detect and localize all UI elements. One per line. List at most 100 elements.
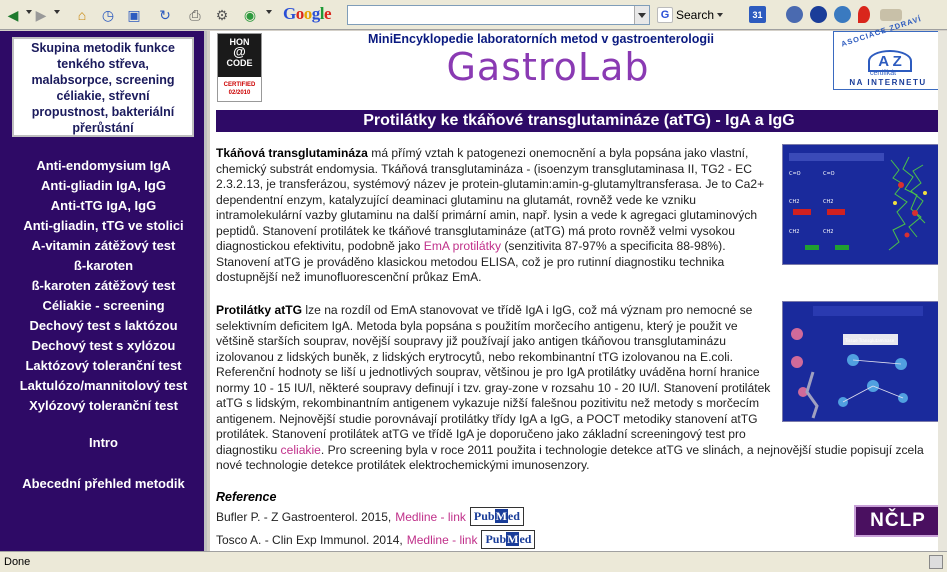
hon-date: 02/2010 <box>228 90 251 96</box>
group-title-line: přerůstání <box>72 121 134 135</box>
back-icon[interactable]: ◀ <box>4 4 22 26</box>
paragraph-tail: . Pro screening byla v roce 2011 použita… <box>216 442 924 473</box>
search-button-label: Search <box>676 8 715 22</box>
status-bar: Done <box>0 551 947 572</box>
vertical-scrollbar[interactable] <box>938 31 947 551</box>
sidebar-item-alphabetical[interactable]: Abecední přehled metodik <box>0 476 207 491</box>
forward-dropdown-icon[interactable] <box>54 10 60 14</box>
site-subtitle: MiniEncyklopedie laboratorních metod v g… <box>368 32 714 46</box>
search-history-dropdown[interactable] <box>634 6 649 24</box>
group-title-line: Skupina metodik funkce <box>31 41 175 55</box>
enzyme-diagram-svg: C=O C=O CH2 CH2 CH2 CH2 <box>783 145 941 264</box>
medline-link[interactable]: Medline - link <box>395 510 466 524</box>
globe-icon[interactable] <box>834 6 851 23</box>
svg-text:CH2: CH2 <box>789 229 799 235</box>
sidebar-item-b-karoten[interactable]: ß-karoten <box>0 256 207 276</box>
hon-at-symbol: @ <box>233 44 246 59</box>
pubmed-label: ed <box>519 532 532 546</box>
search-dropdown-icon <box>717 13 724 17</box>
celiakie-link[interactable]: celiakie <box>281 443 321 457</box>
sidebar-group-title: Skupina metodik funkce tenkého střeva, m… <box>12 37 194 137</box>
azk-bottom-text: NA INTERNETU <box>849 78 927 87</box>
print-icon[interactable]: ⎙ <box>185 4 205 26</box>
paragraph-antibodies: Protilátky atTG lze na rozdíl od EmA sta… <box>216 303 942 474</box>
gastrolab-logo[interactable]: GastroLab <box>408 45 688 89</box>
pubmed-label: Pub <box>473 509 495 523</box>
sidebar-item-gliadin-ttg-stool[interactable]: Anti-gliadin, tTG ve stolici <box>0 216 207 236</box>
chevron-down-icon <box>638 12 646 18</box>
azk-mark: A Z <box>868 50 912 72</box>
paragraph-text: má přímý vztah k patogenezi onemocnění a… <box>216 146 765 254</box>
google-search-button[interactable]: G Search <box>657 6 724 24</box>
reference-citation: Tosco A. - Clin Exp Immunol. 2014, <box>216 532 403 547</box>
references-heading: Reference <box>216 490 277 504</box>
svg-text:CH2: CH2 <box>823 229 833 235</box>
group-title-line: céliakie, střevní <box>56 89 150 103</box>
home-icon[interactable]: ⌂ <box>72 4 92 26</box>
group-title-line: malabsorpce, screening <box>31 73 175 87</box>
sidebar-item-xylose-tolerance[interactable]: Xylózový toleranční test <box>0 396 207 416</box>
resize-grip-icon[interactable] <box>929 555 943 569</box>
sidebar-item-lactulose-mannitol[interactable]: Laktulózo/mannitolový test <box>0 376 207 396</box>
ema-link[interactable]: EmA protilátky <box>424 239 501 253</box>
main-content: HON @ CODE CERTIFIED 02/2010 MiniEncyklo… <box>210 14 947 551</box>
svg-text:CH2: CH2 <box>789 199 799 205</box>
bookmark-icon[interactable]: ▣ <box>124 4 144 26</box>
web-icon[interactable]: ◉ <box>240 4 260 26</box>
sidebar-item-breath-lactose[interactable]: Dechový test s laktózou <box>0 316 207 336</box>
google-logo: Google <box>283 4 332 23</box>
pubmed-button[interactable]: PubMed <box>469 507 524 526</box>
tools-icon[interactable]: ⚙ <box>212 4 232 26</box>
map-pin-icon[interactable] <box>858 6 870 23</box>
pubmed-button[interactable]: PubMed <box>481 530 536 549</box>
reference-citation: Bufler P. - Z Gastroenterol. 2015, <box>216 509 392 524</box>
paragraph-text: lze na rozdíl od EmA stanovovat ve třídě… <box>216 303 771 457</box>
calendar-icon[interactable]: 31 <box>749 6 766 23</box>
pubmed-label: M <box>494 509 508 523</box>
page-title: Protilátky ke tkáňové transglutamináze (… <box>216 110 942 132</box>
graduation-icon[interactable] <box>810 6 827 23</box>
medline-link[interactable]: Medline - link <box>407 533 478 547</box>
hon-certified: CERTIFIED 02/2010 <box>218 77 261 97</box>
sidebar-item-b-karoten-test[interactable]: ß-karoten zátěžový test <box>0 276 207 296</box>
paragraph-lead: Protilátky atTG <box>216 303 303 317</box>
google-icon: G <box>657 7 673 23</box>
pubmed-label: M <box>506 532 520 546</box>
sidebar-item-celiakie[interactable]: Céliakie - screening <box>0 296 207 316</box>
hon-code-label: CODE <box>226 58 253 68</box>
sidebar-item-breath-xylose[interactable]: Dechový test s xylózou <box>0 336 207 356</box>
camera-icon[interactable] <box>786 6 803 23</box>
sidebar: Skupina metodik funkce tenkého střeva, m… <box>0 31 207 551</box>
google-search-input[interactable] <box>347 5 650 25</box>
svg-text:CH2: CH2 <box>823 199 833 205</box>
group-title-line: propustnost, bakteriální <box>31 105 175 119</box>
pubmed-label: ed <box>507 509 520 523</box>
sidebar-item-a-vitamin[interactable]: A-vitamin zátěžový test <box>0 236 207 256</box>
web-dropdown-icon[interactable] <box>266 10 272 14</box>
azk-certificate-badge[interactable]: ASOCIACE ZDRAVÍ A Z certifikát NA INTERN… <box>833 14 943 90</box>
sidebar-item-intro[interactable]: Intro <box>0 435 207 450</box>
sidebar-item-anti-endomysium[interactable]: Anti-endomysium IgA <box>0 156 207 176</box>
hon-certified-label: CERTIFIED <box>223 82 256 88</box>
sidebar-item-anti-ttg[interactable]: Anti-tTG IgA, IgG <box>0 196 207 216</box>
pubmed-label: Pub <box>485 532 507 546</box>
enzyme-reaction-figure: C=O C=O CH2 CH2 CH2 CH2 <box>782 144 942 265</box>
reference-item: Tosco A. - Clin Exp Immunol. 2014, Medli… <box>216 530 536 549</box>
reference-item: Bufler P. - Z Gastroenterol. 2015, Medli… <box>216 507 524 526</box>
reload-icon[interactable]: ↻ <box>155 4 175 26</box>
sidebar-item-lactose-tolerance[interactable]: Laktózový toleranční test <box>0 356 207 376</box>
settings-icon[interactable] <box>880 9 902 21</box>
paragraph-transglutaminase: Tkáňová transglutamináza má přímý vztah … <box>216 146 779 286</box>
hon-code-badge[interactable]: HON @ CODE CERTIFIED 02/2010 <box>217 33 262 102</box>
forward-icon[interactable]: ▶ <box>32 4 50 26</box>
figure-spacer <box>777 303 942 429</box>
sidebar-item-anti-gliadin[interactable]: Anti-gliadin IgA, IgG <box>0 176 207 196</box>
browser-toolbar: ◀ ▶ ⌂ ◷ ▣ ↻ ⎙ ⚙ ◉ Google G Search 31 <box>0 0 947 30</box>
status-text: Done <box>4 556 31 568</box>
svg-text:C=O: C=O <box>789 171 801 177</box>
hon-code-seal: HON @ CODE <box>218 34 261 77</box>
nclp-logo[interactable]: NČLP <box>854 505 942 537</box>
history-icon[interactable]: ◷ <box>98 4 118 26</box>
paragraph-lead: Tkáňová transglutamináza <box>216 146 368 160</box>
svg-text:C=O: C=O <box>823 171 835 177</box>
